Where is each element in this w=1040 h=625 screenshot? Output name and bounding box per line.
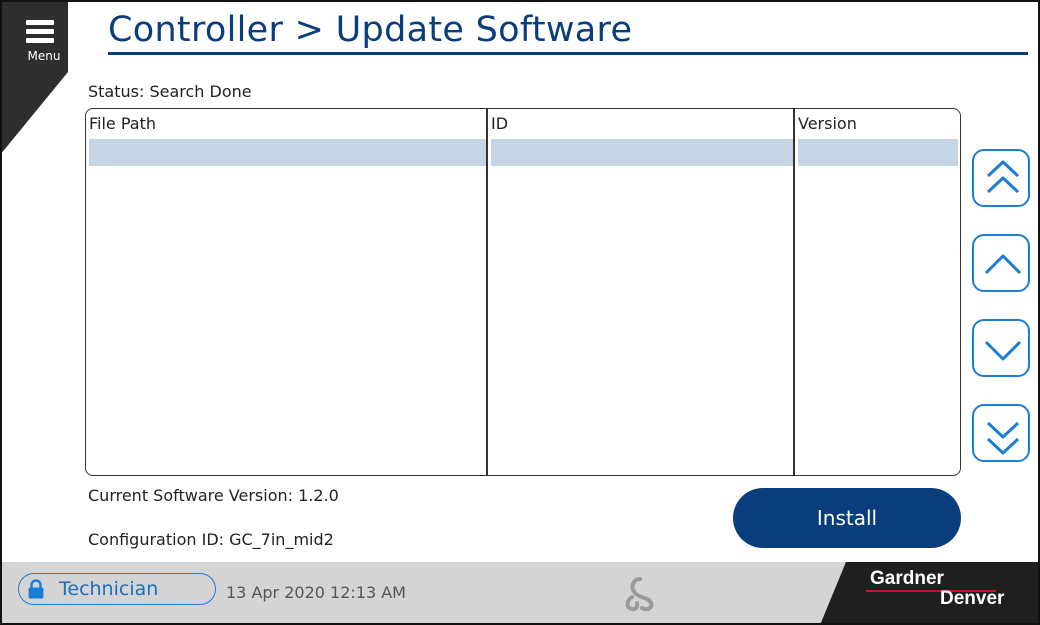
file-table: File Path ID Version (85, 108, 961, 476)
chevron-up-icon (984, 254, 1022, 275)
scroll-line-up-button[interactable] (972, 234, 1030, 292)
scroll-page-down-button[interactable] (972, 404, 1030, 462)
connection-logo-icon (625, 577, 654, 612)
chevron-down-icon (984, 340, 1022, 361)
version-cell (798, 139, 958, 166)
current-software-version: Current Software Version: 1.2.0 (88, 486, 339, 505)
column-divider (793, 109, 795, 475)
double-chevron-down-icon (986, 421, 1020, 455)
menu-button[interactable]: Menu (20, 14, 72, 68)
lock-icon (28, 579, 44, 599)
app-screen: Menu Controller > Update Software Status… (0, 0, 1040, 625)
brand-logo-bottom: Denver (940, 588, 1005, 609)
double-chevron-up-icon (986, 160, 1020, 194)
status-bar: Technician 13 Apr 2020 12:13 AM Gardner … (0, 562, 1040, 625)
search-status: Status: Search Done (88, 82, 252, 101)
install-button[interactable]: Install (733, 488, 961, 548)
brand-logo-top: Gardner (870, 568, 944, 589)
scroll-page-up-button[interactable] (972, 149, 1030, 207)
id-cell (491, 139, 793, 166)
file-path-cell (89, 139, 486, 166)
title-underline (108, 52, 1028, 55)
user-level-label: Technician (59, 578, 159, 600)
configuration-id: Configuration ID: GC_7in_mid2 (88, 530, 334, 549)
date-time: 13 Apr 2020 12:13 AM (226, 583, 406, 602)
column-header-id[interactable]: ID (491, 114, 508, 133)
column-divider (486, 109, 488, 475)
column-header-version[interactable]: Version (798, 114, 857, 133)
user-level-button[interactable]: Technician (18, 573, 216, 605)
menu-label: Menu (27, 49, 61, 63)
page-title: Controller > Update Software (108, 10, 633, 50)
column-header-file-path[interactable]: File Path (89, 114, 156, 133)
table-row[interactable] (86, 139, 960, 166)
scroll-line-down-button[interactable] (972, 319, 1030, 377)
